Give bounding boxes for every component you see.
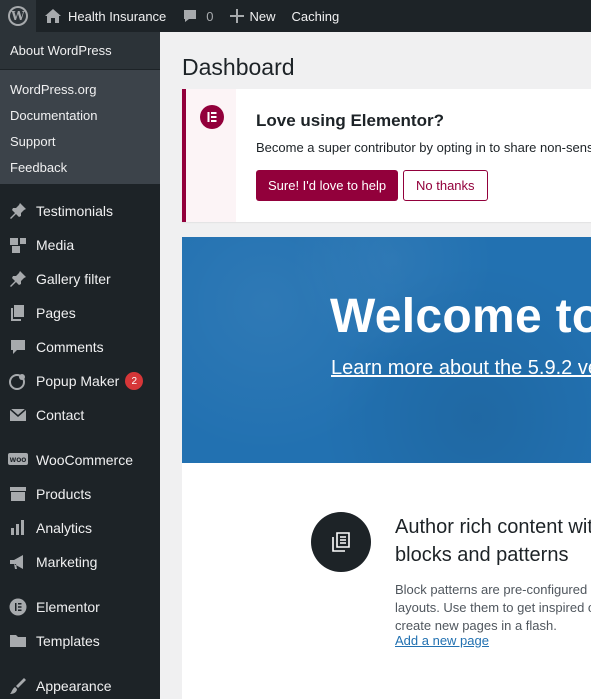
svg-text:WOO: WOO	[10, 457, 27, 464]
menu-label: Comments	[36, 339, 104, 355]
pin-icon	[8, 201, 28, 221]
menu-label: Templates	[36, 633, 100, 649]
home-icon	[45, 9, 61, 23]
menu-item-popup-maker[interactable]: Popup Maker 2	[0, 364, 160, 398]
page-title: Dashboard	[182, 54, 295, 80]
comments-count: 0	[206, 8, 214, 24]
caching-label: Caching	[291, 8, 340, 24]
wp-logo-submenu: About WordPress WordPress.org Documentat…	[0, 32, 160, 184]
no-thanks-button[interactable]: No thanks	[403, 170, 488, 201]
welcome-panel-column: Author rich content with blocks and patt…	[182, 463, 591, 699]
add-new-page-link[interactable]: Add a new page	[395, 633, 489, 648]
brush-icon	[8, 676, 28, 696]
notification-badge: 2	[125, 372, 144, 390]
admin-bar: W Health Insurance 0 New Caching	[0, 0, 591, 32]
panel-text: Block patterns are pre-configured block …	[395, 582, 591, 633]
folder-icon	[8, 631, 28, 651]
elementor-notice: Love using Elementor? Become a super con…	[182, 89, 591, 222]
popup-maker-icon	[8, 371, 28, 391]
comments-link[interactable]: 0	[174, 0, 221, 32]
menu-item-media[interactable]: Media	[0, 228, 160, 262]
menu-label: Popup Maker	[36, 373, 120, 389]
welcome-heading: Welcome to WordPress!	[330, 290, 591, 343]
wordpress-org-link[interactable]: WordPress.org	[0, 76, 160, 102]
menu-label: Media	[36, 237, 75, 253]
menu-label: Contact	[36, 407, 85, 423]
version-link[interactable]: Learn more about the 5.9.2 version.	[331, 357, 591, 380]
menu-item-gallery-filter[interactable]: Gallery filter	[0, 262, 160, 296]
notice-heading: Love using Elementor?	[256, 111, 444, 130]
menu-item-marketing[interactable]: Marketing	[0, 545, 160, 579]
archive-icon	[8, 484, 28, 504]
menu-label: Products	[36, 486, 92, 502]
about-wordpress-link[interactable]: About WordPress	[0, 32, 160, 70]
menu-label: Pages	[36, 305, 76, 321]
caching-link[interactable]: Caching	[284, 0, 348, 32]
admin-menu: Testimonials Media Gallery filter Pages …	[0, 184, 160, 699]
mail-icon	[8, 405, 28, 425]
elementor-icon	[200, 105, 224, 129]
menu-item-templates[interactable]: Templates	[0, 624, 160, 658]
pages-icon	[8, 303, 28, 323]
comment-icon	[8, 337, 28, 357]
woo-icon: WOO	[8, 450, 28, 470]
new-label: New	[249, 8, 276, 24]
menu-label: Gallery filter	[36, 271, 111, 287]
feedback-link[interactable]: Feedback	[0, 154, 160, 180]
menu-label: Testimonials	[36, 203, 114, 219]
wordpress-icon: W	[8, 6, 28, 26]
documentation-link[interactable]: Documentation	[0, 102, 160, 128]
menu-item-contact[interactable]: Contact	[0, 398, 160, 432]
menu-item-comments[interactable]: Comments	[0, 330, 160, 364]
menu-item-appearance[interactable]: Appearance	[0, 669, 160, 699]
megaphone-icon	[8, 552, 28, 572]
site-name: Health Insurance	[68, 8, 167, 24]
wordpress-logo-button[interactable]: W	[0, 0, 36, 32]
wp-links-list: WordPress.org Documentation Support Feed…	[0, 70, 160, 184]
plus-icon	[229, 9, 244, 23]
panel-heading: Author rich content with blocks and patt…	[395, 516, 591, 566]
opt-in-button[interactable]: Sure! I'd love to help	[256, 170, 399, 201]
menu-item-woocommerce[interactable]: WOO WooCommerce	[0, 443, 160, 477]
menu-label: WooCommerce	[36, 452, 133, 468]
admin-sidebar: About WordPress WordPress.org Documentat…	[0, 32, 160, 699]
welcome-banner: Welcome to WordPress! Learn more about t…	[182, 237, 591, 463]
menu-item-elementor[interactable]: Elementor	[0, 590, 160, 624]
notice-icon-column	[186, 89, 236, 222]
support-link[interactable]: Support	[0, 128, 160, 154]
menu-item-testimonials[interactable]: Testimonials	[0, 194, 160, 228]
menu-label: Appearance	[36, 678, 112, 694]
menu-label: Analytics	[36, 520, 93, 536]
new-content-link[interactable]: New	[222, 0, 284, 32]
menu-label: Elementor	[36, 599, 100, 615]
pin-icon	[8, 269, 28, 289]
main-content: Dashboard Love using Elementor? Become a…	[160, 32, 591, 699]
menu-item-analytics[interactable]: Analytics	[0, 511, 160, 545]
media-icon	[8, 235, 28, 255]
site-name-link[interactable]: Health Insurance	[36, 0, 174, 32]
comment-icon	[184, 10, 197, 22]
menu-item-pages[interactable]: Pages	[0, 296, 160, 330]
menu-item-products[interactable]: Products	[0, 477, 160, 511]
banner-texture	[182, 237, 591, 463]
bar-chart-icon	[8, 518, 28, 538]
notice-text: Become a super contributor by opting in …	[256, 140, 591, 155]
menu-label: Marketing	[36, 554, 98, 570]
block-patterns-icon	[311, 512, 371, 572]
elementor-icon	[8, 597, 28, 617]
